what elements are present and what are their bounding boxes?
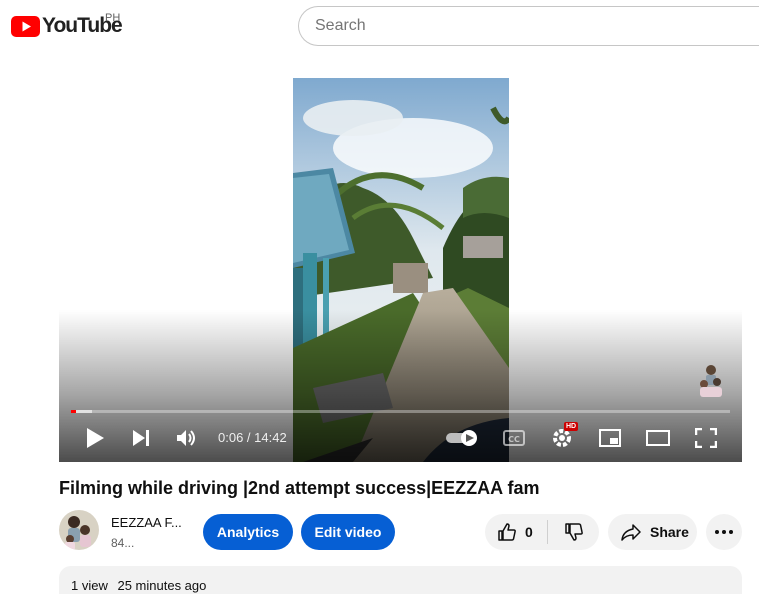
next-button[interactable] [129, 426, 153, 450]
volume-icon [177, 430, 195, 446]
country-code: PH [105, 12, 121, 24]
mute-button[interactable] [175, 426, 199, 450]
more-horizontal-icon [715, 530, 733, 534]
like-button[interactable]: 0 [485, 514, 547, 550]
share-label: Share [650, 524, 689, 540]
video-player[interactable]: 0:06 / 14:42 CC HD [59, 78, 742, 462]
like-dislike-group: 0 [485, 514, 599, 550]
time-display: 0:06 / 14:42 [218, 430, 287, 445]
autoplay-toggle[interactable] [445, 426, 481, 450]
edit-video-button[interactable]: Edit video [301, 514, 395, 550]
closed-captions-icon: CC [503, 430, 525, 446]
subscriber-count: 84... [111, 536, 135, 550]
hd-badge: HD [564, 422, 579, 431]
like-count: 0 [525, 524, 533, 540]
channel-name[interactable]: EEZZAA F... [111, 515, 182, 530]
progress-buffered [75, 410, 93, 413]
youtube-play-icon [11, 15, 40, 37]
masthead: YouTube PH [0, 0, 759, 56]
video-frame[interactable] [293, 78, 509, 462]
play-button[interactable] [83, 426, 107, 450]
miniplayer-icon [599, 429, 621, 447]
channel-avatar[interactable] [59, 510, 99, 550]
more-actions-button[interactable] [706, 514, 742, 550]
analytics-button[interactable]: Analytics [203, 514, 293, 550]
search-input[interactable] [315, 17, 759, 35]
player-controls: 0:06 / 14:42 CC HD [59, 418, 742, 458]
thumbs-up-icon [498, 523, 516, 541]
thumbs-down-icon [564, 523, 583, 541]
skip-next-icon [133, 430, 149, 446]
fullscreen-button[interactable] [694, 426, 718, 450]
owner-row: EEZZAA F... 84... Analytics Edit video 0… [59, 509, 742, 553]
svg-text:CC: CC [508, 435, 520, 444]
miniplayer-button[interactable] [598, 426, 622, 450]
view-count: 1 view [71, 578, 108, 593]
dislike-button[interactable] [548, 514, 599, 550]
play-icon [87, 428, 104, 448]
settings-button[interactable]: HD [550, 422, 579, 450]
share-button[interactable]: Share [608, 514, 697, 550]
progress-played [71, 410, 76, 413]
search-box[interactable] [298, 6, 759, 46]
channel-watermark[interactable] [695, 360, 727, 398]
video-title: Filming while driving |2nd attempt succe… [59, 478, 540, 498]
theater-mode-button[interactable] [646, 426, 670, 450]
progress-bar[interactable] [71, 410, 730, 413]
description-box[interactable]: 1 view 25 minutes ago [59, 566, 742, 594]
autoplay-icon [446, 430, 477, 446]
publish-date: 25 minutes ago [117, 578, 207, 593]
theater-mode-icon [646, 430, 670, 446]
fullscreen-icon [695, 428, 717, 448]
subtitles-button[interactable]: CC [502, 426, 526, 450]
share-icon [621, 524, 641, 541]
